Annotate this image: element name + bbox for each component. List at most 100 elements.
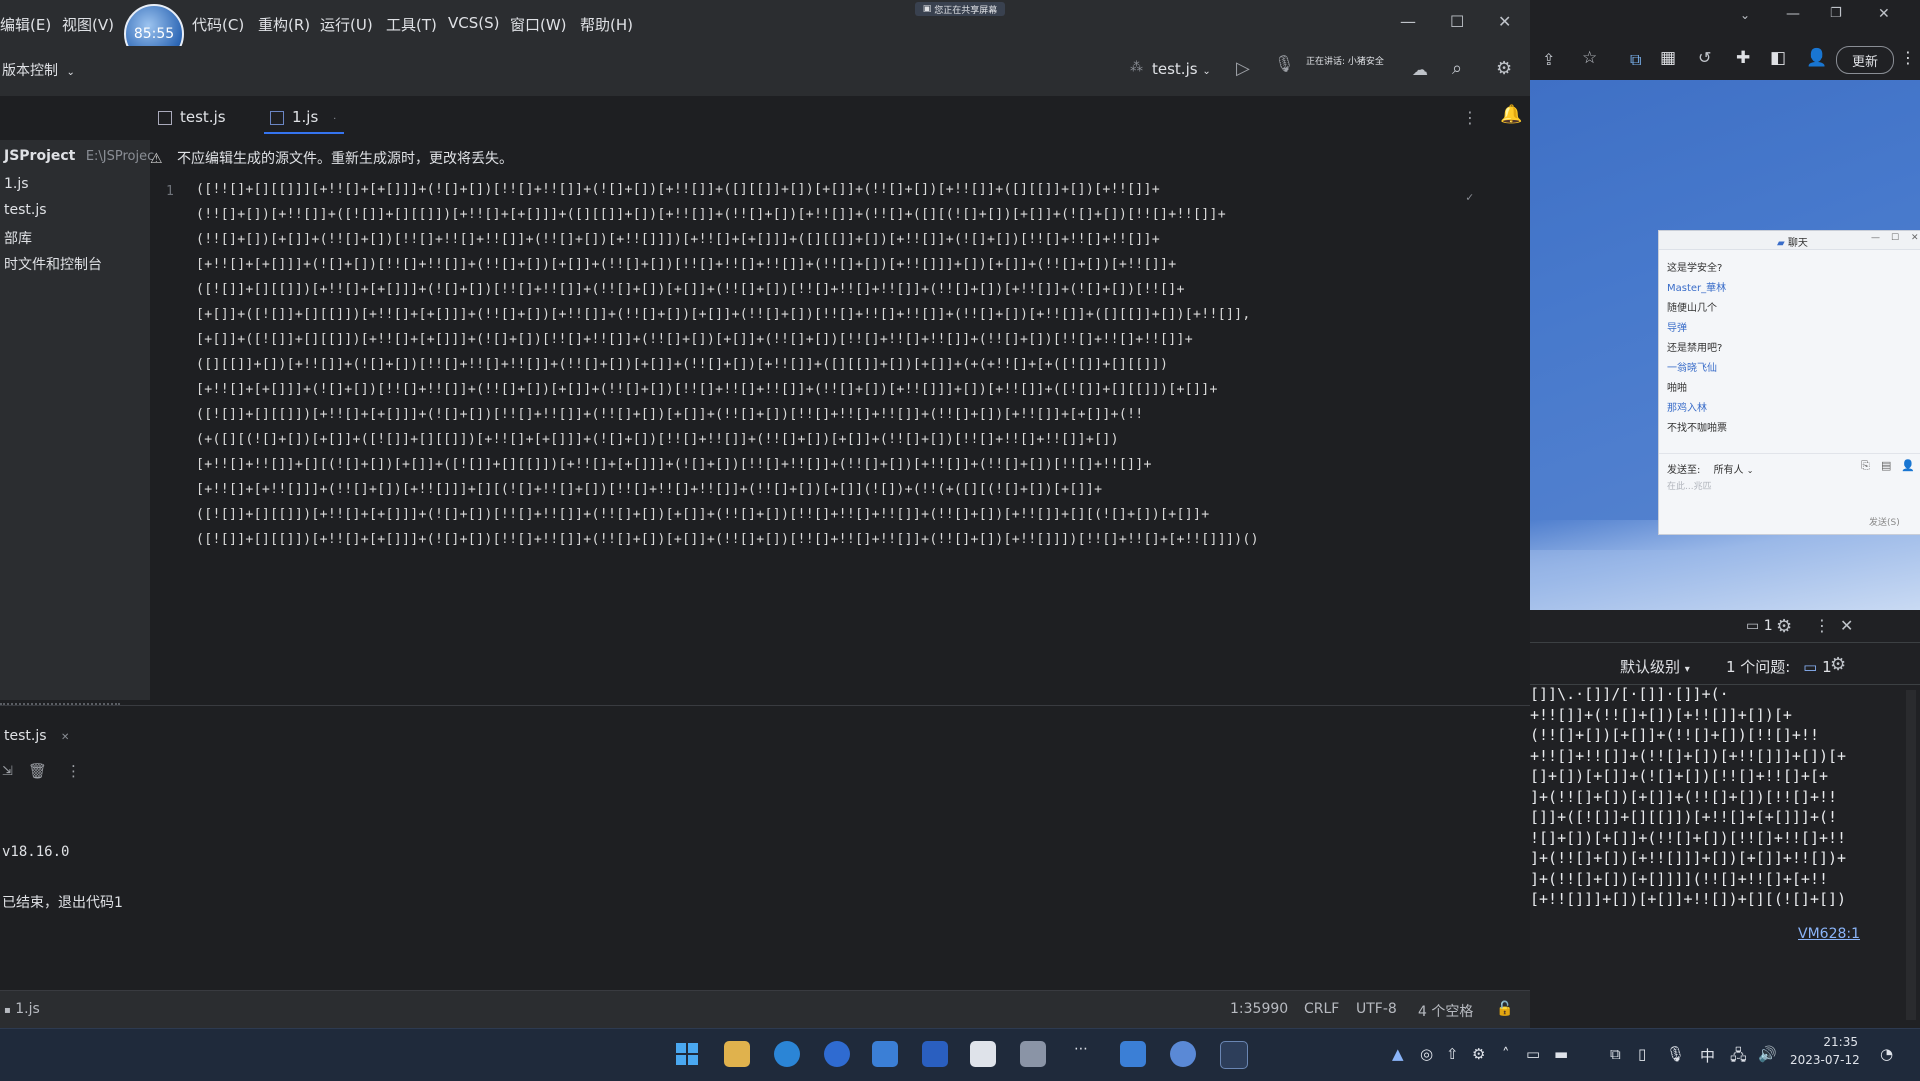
minimize-icon[interactable]: —: [1871, 233, 1880, 243]
clock-time[interactable]: 21:35: [1804, 1035, 1858, 1049]
menu-vcs[interactable]: VCS(S): [448, 14, 499, 32]
tray-display-icon[interactable]: ▬: [1554, 1045, 1568, 1063]
tab-test-js[interactable]: test.js: [158, 108, 226, 126]
meeting-app-icon[interactable]: [922, 1041, 948, 1067]
more-apps-icon[interactable]: ⋯: [1068, 1041, 1094, 1067]
tool-icon[interactable]: [1020, 1041, 1046, 1067]
extension-translate-icon[interactable]: ⧉: [1630, 50, 1641, 70]
tray-upload-icon[interactable]: ⇧: [1446, 1045, 1459, 1063]
menu-help[interactable]: 帮助(H): [580, 14, 633, 35]
tray-mic-icon[interactable]: 🎙: [1666, 1045, 1685, 1063]
tray-gear-icon[interactable]: ⚙: [1472, 1045, 1485, 1063]
restore-icon[interactable]: ❐: [1830, 6, 1842, 21]
code-line[interactable]: (+([][(![]+[])[+[]]+([![]]+[][[]])[+!![]…: [196, 430, 1119, 450]
file-icon[interactable]: ▤: [1881, 459, 1891, 472]
more-vertical-icon[interactable]: ⋮: [1462, 108, 1478, 127]
screenshot-icon[interactable]: ⎘: [1861, 459, 1870, 473]
line-separator[interactable]: CRLF: [1304, 1001, 1339, 1017]
code-line[interactable]: [+!![]+[+!![]]]+(!![]+[])[+!![]]]+[][(![…: [196, 480, 1102, 500]
tray-app-icon[interactable]: ▲: [1392, 1045, 1404, 1063]
trash-icon[interactable]: 🗑: [28, 762, 47, 780]
menu-code[interactable]: 代码(C): [192, 14, 244, 35]
run-tab[interactable]: test.js ✕: [4, 728, 69, 744]
issues-counter[interactable]: ▭ 1: [1746, 618, 1773, 634]
send-button[interactable]: 发送(S): [1869, 515, 1900, 528]
code-line[interactable]: ([!![]+[][[]]][+!![]+[+[]]]+(![]+[])[!![…: [196, 180, 1160, 200]
more-vertical-icon[interactable]: ⋮: [1900, 48, 1916, 67]
tray-copy-icon[interactable]: ⧉: [1610, 1045, 1621, 1063]
code-line[interactable]: ([![]]+[][[]])[+!![]+[+[]]]+(![]+[])[!![…: [196, 530, 1259, 550]
minimize-icon[interactable]: —: [1400, 12, 1416, 31]
issues-link[interactable]: 1 个问题: ▭ 1: [1726, 656, 1832, 677]
run-icon[interactable]: ▷: [1236, 58, 1250, 79]
chat-input[interactable]: 在此...兆匹: [1667, 479, 1712, 492]
code-line[interactable]: [+!![]+!![]]+[][(![]+[])[+[]]+([![]]+[][…: [196, 455, 1152, 475]
file-explorer-icon[interactable]: [724, 1041, 750, 1067]
close-icon[interactable]: ✕: [1878, 6, 1890, 22]
file-encoding[interactable]: UTF-8: [1356, 1001, 1397, 1017]
microphone-icon[interactable]: 🎙: [1274, 54, 1294, 73]
code-line[interactable]: ([![]]+[][[]])[+!![]+[+[]]]+(![]+[])[!![…: [196, 505, 1209, 525]
settings-icon[interactable]: ⚙: [1776, 616, 1792, 637]
clock-date[interactable]: 2023-07-12: [1790, 1053, 1860, 1067]
minimize-icon[interactable]: —: [1786, 6, 1800, 22]
maximize-icon[interactable]: ☐: [1450, 12, 1464, 31]
more-vertical-icon[interactable]: ⋮: [1814, 616, 1830, 635]
code-editor[interactable]: 1 ✓ ([!![]+[][[]]][+!![]+[+[]]]+(![]+[])…: [150, 176, 1473, 646]
code-line[interactable]: ([![]]+[][[]])[+!![]+[+[]]]+(![]+[])[!![…: [196, 405, 1144, 425]
code-line[interactable]: (!![]+[])[+[]]+(!![]+[])[!![]+!![]+!![]]…: [196, 230, 1160, 250]
user-icon[interactable]: 👤: [1901, 459, 1915, 472]
code-line[interactable]: (!![]+[])[+!![]]+([![]]+[][[]])[+!![]+[+…: [196, 205, 1226, 225]
start-icon[interactable]: [674, 1041, 700, 1067]
screen-share-badge[interactable]: ▣ 您正在共享屏幕: [915, 2, 1005, 16]
source-link[interactable]: VM628:1: [1798, 926, 1860, 942]
code-line[interactable]: [+[]]+([![]]+[][[]])[+!![]+[+[]]]+(![]+[…: [196, 330, 1193, 350]
project-item-scratches[interactable]: 时文件和控制台: [4, 254, 102, 274]
close-icon[interactable]: ✕: [1840, 616, 1853, 635]
project-item-testjs[interactable]: test.js: [4, 202, 47, 218]
more-vertical-icon[interactable]: ⋮: [66, 762, 81, 780]
browser-2-icon[interactable]: [1170, 1041, 1196, 1067]
tab-close-icon[interactable]: ·: [333, 114, 336, 125]
vcs-widget[interactable]: 版本控制 ⌄: [2, 60, 75, 80]
settings-icon[interactable]: ⚙: [1830, 654, 1846, 675]
menu-run[interactable]: 运行(U): [320, 14, 373, 35]
run-config-select[interactable]: test.js ⌄: [1152, 60, 1211, 78]
puzzle-icon[interactable]: ✚: [1736, 48, 1750, 68]
network-icon[interactable]: 🖧: [1730, 1045, 1747, 1070]
project-root[interactable]: JSProject E:\JSProjec: [4, 148, 154, 164]
tray-chevron-icon[interactable]: ˄: [1502, 1045, 1510, 1063]
caret-position[interactable]: 1:35990: [1230, 1001, 1288, 1017]
project-item-external-libraries[interactable]: 部库: [4, 228, 32, 248]
menu-refactor[interactable]: 重构(R): [258, 14, 310, 35]
tray-camera-icon[interactable]: ◎: [1420, 1045, 1433, 1063]
tray-screen-icon[interactable]: ▭: [1526, 1045, 1540, 1063]
update-button[interactable]: 更新: [1836, 46, 1894, 74]
tray-usb-icon[interactable]: ▯: [1638, 1045, 1646, 1063]
chrome-browser-icon[interactable]: [824, 1041, 850, 1067]
close-icon[interactable]: ✕: [1911, 233, 1919, 243]
notification-center-icon[interactable]: ◔: [1880, 1045, 1893, 1063]
indent-setting[interactable]: 4 个空格: [1418, 1001, 1473, 1021]
log-level-select[interactable]: 默认级别 ▾: [1620, 656, 1690, 677]
status-file[interactable]: ▪ 1.js: [4, 1001, 40, 1017]
virtual-desktop-icon[interactable]: [1120, 1041, 1146, 1067]
profile-icon[interactable]: 👤: [1806, 48, 1827, 68]
code-line[interactable]: [+[]]+([![]]+[][[]])[+!![]+[+[]]]+(!![]+…: [196, 305, 1251, 325]
code-line[interactable]: ([![]]+[][[]])[+!![]+[+[]]]+(![]+[])[!![…: [196, 280, 1185, 300]
extension-qr-icon[interactable]: ▦: [1660, 48, 1676, 68]
chevron-down-icon[interactable]: ⌄: [1740, 8, 1750, 22]
menu-tools[interactable]: 工具(T): [386, 14, 437, 35]
code-line[interactable]: [+!![]+[+[]]]+(![]+[])[!![]+!![]]+(!![]+…: [196, 380, 1218, 400]
menu-edit[interactable]: 编辑(E): [0, 14, 51, 35]
edge-browser-icon[interactable]: [774, 1041, 800, 1067]
menu-view[interactable]: 视图(V): [62, 14, 114, 35]
search-icon[interactable]: ⌕: [1452, 58, 1462, 79]
send-to-row[interactable]: 发送至: 所有人 ⌄: [1667, 461, 1753, 476]
close-icon[interactable]: ✕: [1498, 12, 1511, 31]
lock-icon[interactable]: 🔓: [1496, 1001, 1513, 1017]
notepad-icon[interactable]: [970, 1041, 996, 1067]
tab-1-js[interactable]: 1.js ·: [270, 108, 336, 126]
close-icon[interactable]: ✕: [61, 732, 69, 743]
maximize-icon[interactable]: ☐: [1891, 233, 1899, 243]
